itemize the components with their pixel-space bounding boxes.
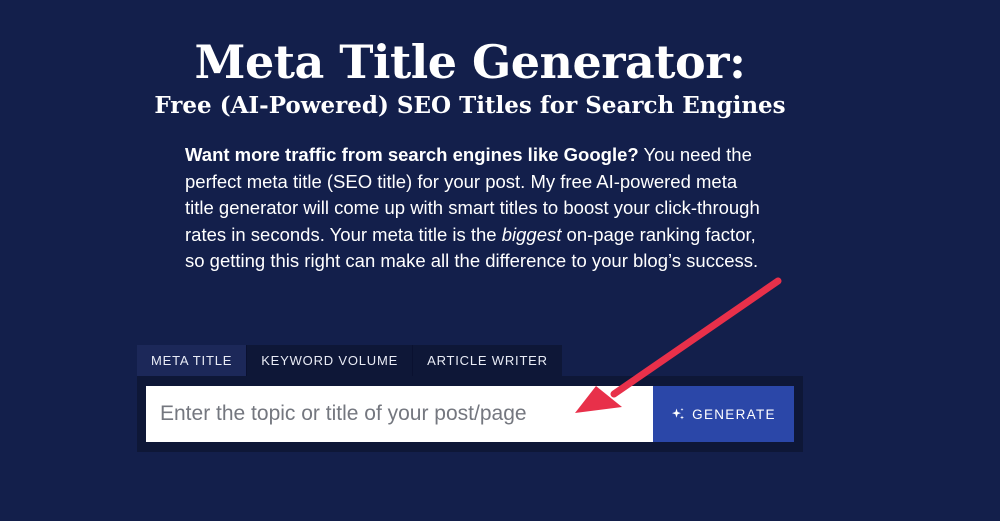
tab-keyword-volume[interactable]: KEYWORD VOLUME	[246, 345, 412, 376]
generator-form: GENERATE	[137, 376, 803, 452]
intro-paragraph: Want more traffic from search engines li…	[185, 142, 760, 275]
page-subtitle: Free (AI-Powered) SEO Titles for Search …	[154, 92, 786, 119]
generate-button[interactable]: GENERATE	[653, 386, 794, 442]
intro-emphasis: biggest	[501, 223, 562, 245]
tab-meta-title[interactable]: META TITLE	[137, 345, 247, 376]
tool-tabs: META TITLE KEYWORD VOLUME ARTICLE WRITER	[137, 345, 562, 376]
page-title: Meta Title Generator:	[194, 35, 746, 89]
intro-lead: Want more traffic from search engines li…	[185, 144, 639, 165]
topic-input[interactable]	[146, 386, 654, 442]
tab-article-writer[interactable]: ARTICLE WRITER	[412, 345, 562, 376]
sparkle-icon	[671, 407, 685, 421]
generate-button-label: GENERATE	[692, 406, 776, 422]
